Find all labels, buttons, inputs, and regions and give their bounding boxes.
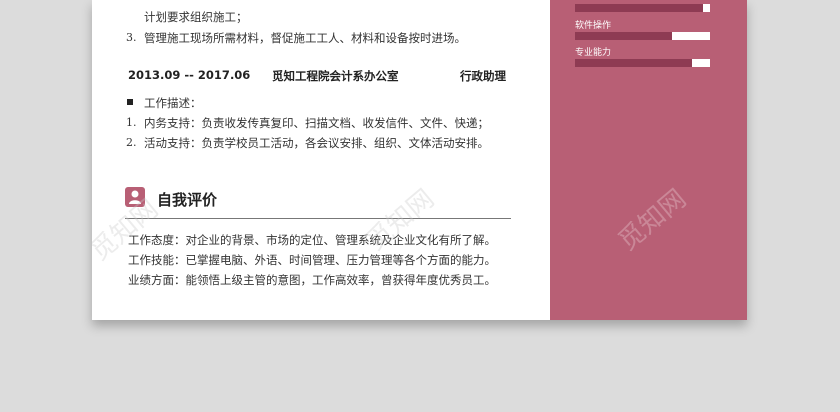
skill-label: 专业能力: [575, 48, 612, 58]
skill-bar: [575, 59, 710, 67]
sidebar: 软件操作 专业能力 觅知网: [550, 0, 747, 320]
experience-line-number: 3.: [126, 31, 137, 44]
experience-line: 管理施工现场所需材料，督促施工工人、材料和设备按时进场。: [144, 31, 466, 45]
self-evaluation-title: 自我评价: [157, 191, 218, 209]
bullet-square-icon: [127, 99, 133, 105]
skill-bar-fill: [703, 4, 710, 12]
skill-bar: [575, 32, 710, 40]
job-date: 2013.09 -- 2017.06: [128, 68, 251, 82]
skill-bar-fill: [672, 32, 710, 40]
skill-label: 软件操作: [575, 21, 612, 31]
experience-line: 计划要求组织施工；: [144, 10, 248, 24]
self-eval-line: 工作态度：对企业的背景、市场的定位、管理系统及企业文化有所了解。: [128, 233, 496, 247]
self-eval-line: 工作技能：已掌握电脑、外语、时间管理、压力管理等各个方面的能力。: [128, 253, 496, 267]
section-divider: [125, 218, 511, 219]
cropped-top-line: · · · · · · · · · · · · · · · · · · · · …: [144, 0, 367, 6]
job-company: 觅知工程院会计系办公室: [272, 69, 399, 83]
job-item: 内务支持：负责收发传真复印、扫描文档、收发信件、文件、快递；: [144, 116, 489, 130]
job-title: 行政助理: [460, 69, 506, 83]
job-description-label: 工作描述：: [144, 96, 202, 110]
main-column: · · · · · · · · · · · · · · · · · · · · …: [92, 0, 550, 320]
job-item-number: 1.: [126, 116, 137, 129]
self-eval-line: 业绩方面：能领悟上级主管的意图，工作高效率，曾获得年度优秀员工。: [128, 273, 496, 287]
skill-bar-fill: [692, 59, 710, 67]
skill-bar: [575, 4, 710, 12]
watermark: 觅知网: [613, 183, 693, 257]
job-item-number: 2.: [126, 136, 137, 149]
resume-page: · · · · · · · · · · · · · · · · · · · · …: [92, 0, 747, 320]
job-item: 活动支持：负责学校员工活动，各会议安排、组织、文体活动安排。: [144, 136, 489, 150]
